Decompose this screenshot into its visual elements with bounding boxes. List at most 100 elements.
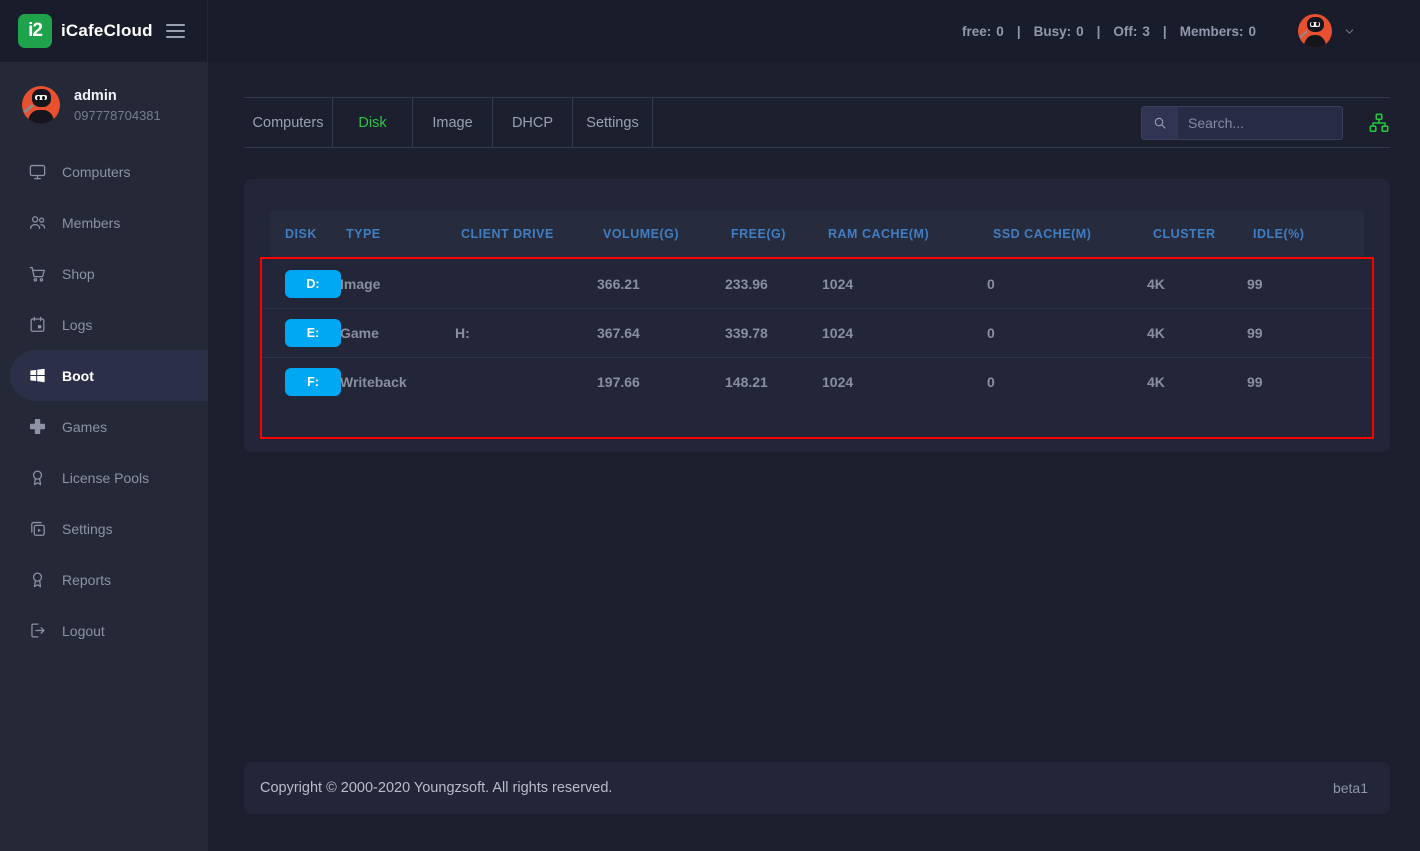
disk-table-card: DISK TYPE CLIENT DRIVE VOLUME(G) FREE(G)… (244, 179, 1390, 452)
sidebar-item-settings[interactable]: Settings (0, 503, 208, 554)
column-header-disk: DISK (270, 227, 346, 241)
copyright-text: Copyright © 2000-2020 Youngzsoft. All ri… (260, 780, 612, 796)
cell-client-drive: H: (455, 325, 597, 341)
sidebar-item-computers[interactable]: Computers (0, 146, 208, 197)
footer: Copyright © 2000-2020 Youngzsoft. All ri… (244, 762, 1390, 814)
search-box (1141, 106, 1343, 140)
cell-ssd-cache: 0 (987, 276, 1147, 292)
boot-tab-bar: Computers Disk Image DHCP Settings (244, 97, 1390, 148)
version-badge: beta1 (1333, 780, 1368, 796)
app-title: iCafeCloud (61, 21, 153, 41)
gamepad-icon (28, 417, 47, 436)
menu-toggle-icon[interactable] (166, 16, 185, 46)
tab-image[interactable]: Image (413, 98, 493, 147)
sidebar-item-logout[interactable]: Logout (0, 605, 208, 656)
app-logo-icon: i2 (18, 14, 52, 48)
sidebar-item-logs[interactable]: Logs (0, 299, 208, 350)
column-header-type: TYPE (346, 227, 461, 241)
cell-ram-cache: 1024 (822, 325, 987, 341)
monitor-icon (28, 162, 47, 181)
status-off: Off:3 (1113, 24, 1150, 39)
column-header-idle: IDLE(%) (1253, 227, 1364, 241)
cell-ssd-cache: 0 (987, 374, 1147, 390)
members-icon (28, 213, 47, 232)
sidebar: admin 097778704381 Computers Members Sho… (0, 62, 208, 851)
status-members: Members:0 (1180, 24, 1256, 39)
cell-cluster: 4K (1147, 276, 1247, 292)
cell-free: 339.78 (725, 325, 822, 341)
cell-cluster: 4K (1147, 325, 1247, 341)
chevron-down-icon[interactable] (1343, 25, 1356, 38)
disk-letter-button[interactable]: E: (285, 319, 341, 347)
user-name: admin (74, 88, 161, 104)
tabbar-right (1141, 98, 1390, 147)
sidebar-user-block: admin 097778704381 (0, 62, 208, 146)
table-row-disk-d[interactable]: D: Image 366.21 233.96 1024 0 4K 99 (262, 259, 1372, 308)
windows-boot-icon (28, 366, 47, 385)
user-phone: 097778704381 (74, 108, 161, 123)
cell-type: Image (340, 276, 455, 292)
cell-type: Writeback (340, 374, 455, 390)
column-header-volume: VOLUME(G) (603, 227, 731, 241)
machine-status-summary: free:0 | Busy:0 | Off:3 | Members:0 (962, 24, 1256, 39)
table-row-disk-f[interactable]: F: Writeback 197.66 148.21 1024 0 4K 99 (262, 357, 1372, 406)
tab-settings[interactable]: Settings (573, 98, 653, 147)
search-input[interactable] (1178, 115, 1342, 131)
calendar-icon (28, 315, 47, 334)
column-header-ssd-cache: SSD CACHE(M) (993, 227, 1153, 241)
disk-letter-button[interactable]: F: (285, 368, 341, 396)
cart-icon (28, 264, 47, 283)
sidebar-item-boot[interactable]: Boot (10, 350, 208, 401)
top-bar: i2 iCafeCloud free:0 | Busy:0 | Off:3 | … (0, 0, 1420, 62)
cell-free: 148.21 (725, 374, 822, 390)
status-busy: Busy:0 (1034, 24, 1084, 39)
cell-ssd-cache: 0 (987, 325, 1147, 341)
sidebar-item-license-pools[interactable]: License Pools (0, 452, 208, 503)
table-body-spacer (262, 406, 1372, 437)
cell-cluster: 4K (1147, 374, 1247, 390)
cell-ram-cache: 1024 (822, 276, 987, 292)
user-avatar[interactable] (1298, 14, 1332, 48)
sidebar-item-members[interactable]: Members (0, 197, 208, 248)
cell-idle: 99 (1247, 276, 1372, 292)
medal-icon (28, 468, 47, 487)
tab-computers[interactable]: Computers (244, 98, 333, 147)
table-header-row: DISK TYPE CLIENT DRIVE VOLUME(G) FREE(G)… (270, 211, 1364, 257)
main-content: Computers Disk Image DHCP Settings (208, 62, 1420, 851)
network-map-button[interactable] (1368, 112, 1390, 134)
status-separator: | (1097, 24, 1101, 39)
tab-dhcp[interactable]: DHCP (493, 98, 573, 147)
layers-settings-icon (28, 519, 47, 538)
disk-letter-button[interactable]: D: (285, 270, 341, 298)
column-header-client-drive: CLIENT DRIVE (461, 227, 603, 241)
column-header-ram-cache: RAM CACHE(M) (828, 227, 993, 241)
status-separator: | (1017, 24, 1021, 39)
tab-disk[interactable]: Disk (333, 98, 413, 147)
status-free: free:0 (962, 24, 1004, 39)
topbar-right: free:0 | Busy:0 | Off:3 | Members:0 (208, 14, 1420, 48)
sitemap-icon (1368, 112, 1390, 134)
cell-ram-cache: 1024 (822, 374, 987, 390)
cell-volume: 366.21 (597, 276, 725, 292)
column-header-free: FREE(G) (731, 227, 828, 241)
sidebar-nav: Computers Members Shop Logs Boot Games L… (0, 146, 208, 656)
table-row-disk-e[interactable]: E: Game H: 367.64 339.78 1024 0 4K 99 (262, 308, 1372, 357)
column-header-cluster: CLUSTER (1153, 227, 1253, 241)
highlighted-table-body: D: Image 366.21 233.96 1024 0 4K 99 E: G… (260, 257, 1374, 439)
cell-free: 233.96 (725, 276, 822, 292)
medal-icon (28, 570, 47, 589)
cell-volume: 197.66 (597, 374, 725, 390)
cell-type: Game (340, 325, 455, 341)
sidebar-item-games[interactable]: Games (0, 401, 208, 452)
brand-area: i2 iCafeCloud (0, 0, 208, 62)
sidebar-item-shop[interactable]: Shop (0, 248, 208, 299)
cell-idle: 99 (1247, 374, 1372, 390)
search-icon (1152, 115, 1168, 131)
sidebar-user-avatar[interactable] (22, 86, 60, 124)
status-separator: | (1163, 24, 1167, 39)
cell-idle: 99 (1247, 325, 1372, 341)
cell-volume: 367.64 (597, 325, 725, 341)
logout-icon (28, 621, 47, 640)
sidebar-item-reports[interactable]: Reports (0, 554, 208, 605)
search-button[interactable] (1142, 107, 1178, 139)
